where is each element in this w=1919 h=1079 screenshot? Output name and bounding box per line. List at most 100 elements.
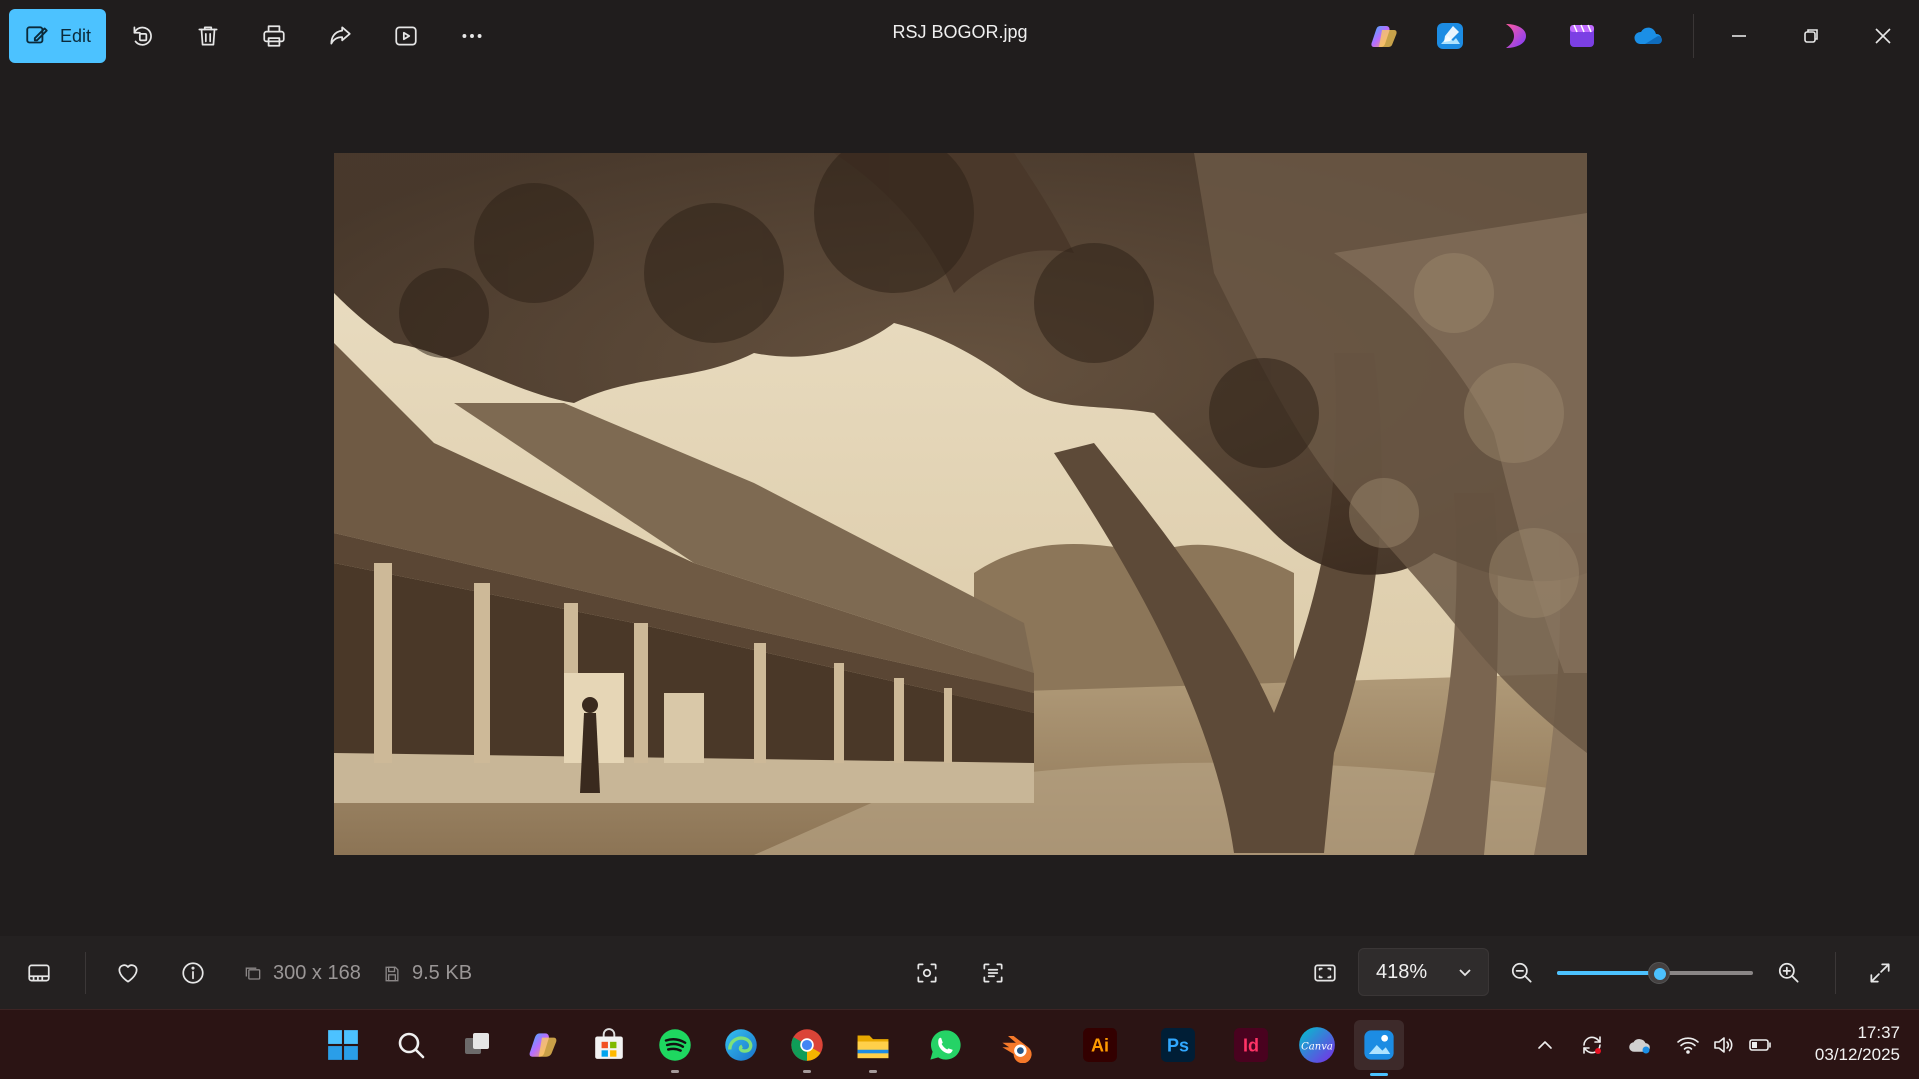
info-icon	[182, 962, 204, 984]
photoshop-button[interactable]: Ps	[1156, 1023, 1200, 1067]
dimensions-icon	[245, 967, 261, 980]
indesign-button[interactable]: Id	[1229, 1023, 1273, 1067]
visual-search-button[interactable]	[907, 953, 947, 993]
volume-icon	[1714, 1037, 1733, 1053]
share-icon	[330, 26, 351, 45]
zoom-slider[interactable]	[1557, 962, 1753, 984]
heart-icon	[118, 964, 138, 983]
print-button[interactable]	[247, 9, 301, 63]
whatsapp-button[interactable]	[923, 1023, 967, 1067]
zoom-dropdown[interactable]: 418%	[1358, 948, 1489, 996]
volume-button[interactable]	[1708, 1030, 1738, 1060]
clipchamp-pink-icon[interactable]	[1500, 20, 1532, 52]
photo-view[interactable]	[334, 153, 1587, 855]
expand-icon	[1870, 963, 1890, 983]
onedrive-icon[interactable]	[1632, 20, 1664, 52]
slideshow-button[interactable]	[379, 9, 433, 63]
whatsapp-icon	[930, 1030, 961, 1060]
illustrator-button[interactable]: Ai	[1078, 1023, 1122, 1067]
sync-status-button[interactable]	[1577, 1030, 1607, 1060]
restore-button[interactable]	[1793, 18, 1829, 54]
onedrive-tray-button[interactable]	[1625, 1030, 1655, 1060]
spotify-button[interactable]	[653, 1023, 697, 1073]
copilot-icon[interactable]	[1368, 20, 1400, 52]
file-info-button[interactable]	[173, 953, 213, 993]
minimize-icon	[1732, 35, 1746, 37]
share-button[interactable]	[313, 9, 367, 63]
blender-icon	[1002, 1036, 1032, 1063]
canva-label: Canva	[1301, 1041, 1333, 1052]
battery-button[interactable]	[1745, 1030, 1775, 1060]
copilot-icon	[529, 1033, 557, 1057]
zoom-in-icon	[1778, 962, 1799, 983]
copilot-taskbar-button[interactable]	[521, 1023, 565, 1067]
microsoft-store-button[interactable]	[587, 1023, 631, 1067]
edge-button[interactable]	[719, 1023, 763, 1067]
show-hidden-icons-button[interactable]	[1530, 1030, 1560, 1060]
more-button[interactable]	[445, 9, 499, 63]
minimize-button[interactable]	[1721, 18, 1757, 54]
zoom-out-button[interactable]	[1502, 953, 1542, 993]
title-divider	[1693, 14, 1694, 58]
favorite-button[interactable]	[108, 953, 148, 993]
chrome-button[interactable]	[785, 1023, 829, 1073]
separator	[85, 952, 86, 994]
scan-text-button[interactable]	[973, 953, 1013, 993]
active-indicator	[1370, 1073, 1388, 1076]
zoom-slider-fill	[1557, 971, 1659, 975]
delete-button[interactable]	[181, 9, 235, 63]
photos-designer-icon[interactable]	[1434, 20, 1466, 52]
indesign-label: Id	[1243, 1035, 1259, 1055]
running-indicator	[869, 1070, 877, 1073]
photos-taskbar-button[interactable]	[1354, 1020, 1404, 1076]
info-bar: 300 x 168 9.5 KB 418%	[0, 936, 1919, 1009]
task-view-button[interactable]	[455, 1023, 499, 1067]
zoom-slider-thumb[interactable]	[1647, 962, 1670, 984]
battery-icon	[1749, 1039, 1771, 1051]
running-indicator	[803, 1070, 811, 1073]
title-bar: Edit RSJ BOGOR.jpg	[0, 0, 1919, 72]
window-title: RSJ BOGOR.jpg	[892, 22, 1028, 42]
rotate-button[interactable]	[115, 9, 169, 63]
wifi-button[interactable]	[1673, 1030, 1703, 1060]
full-screen-button[interactable]	[1860, 953, 1900, 993]
wifi-icon	[1677, 1037, 1699, 1054]
start-button[interactable]	[321, 1023, 365, 1067]
fit-to-window-button[interactable]	[1305, 953, 1345, 993]
edge-icon	[725, 1029, 757, 1061]
task-view-icon	[465, 1033, 489, 1054]
search-button[interactable]	[389, 1023, 433, 1067]
delete-icon	[198, 26, 218, 46]
visual-search-icon	[917, 963, 937, 983]
chrome-icon	[791, 1029, 823, 1061]
filmstrip-button[interactable]	[19, 953, 59, 993]
slideshow-icon	[395, 26, 417, 46]
edit-icon	[26, 26, 48, 44]
image-dimensions: 300 x 168	[243, 962, 361, 985]
taskbar: Ai Ps Id Canva 17:37 03/12/2025	[0, 1009, 1919, 1079]
search-icon	[398, 1032, 425, 1059]
clock[interactable]: 17:37 03/12/2025	[1780, 1022, 1900, 1066]
windows-icon	[328, 1030, 358, 1060]
photoshop-icon: Ps	[1161, 1028, 1195, 1062]
blender-button[interactable]	[995, 1023, 1039, 1067]
edit-button[interactable]: Edit	[9, 9, 106, 63]
file-size-value: 9.5 KB	[412, 962, 473, 984]
separator	[1835, 952, 1836, 994]
rotate-icon	[133, 26, 152, 46]
illustrator-label: Ai	[1091, 1035, 1109, 1055]
zoom-out-icon	[1511, 962, 1532, 983]
clock-date: 03/12/2025	[1814, 1045, 1900, 1064]
close-button[interactable]	[1865, 18, 1901, 54]
print-icon	[263, 25, 285, 47]
clock-time: 17:37	[1857, 1023, 1900, 1042]
dimensions-value: 300 x 168	[273, 962, 361, 984]
file-explorer-button[interactable]	[851, 1023, 895, 1073]
canva-button[interactable]: Canva	[1295, 1023, 1339, 1067]
sync-icon	[1583, 1036, 1601, 1054]
clipchamp-icon[interactable]	[1566, 20, 1598, 52]
zoom-in-button[interactable]	[1769, 953, 1809, 993]
file-size: 9.5 KB	[382, 962, 472, 985]
zoom-value: 418%	[1376, 960, 1428, 983]
close-icon	[1875, 28, 1891, 44]
